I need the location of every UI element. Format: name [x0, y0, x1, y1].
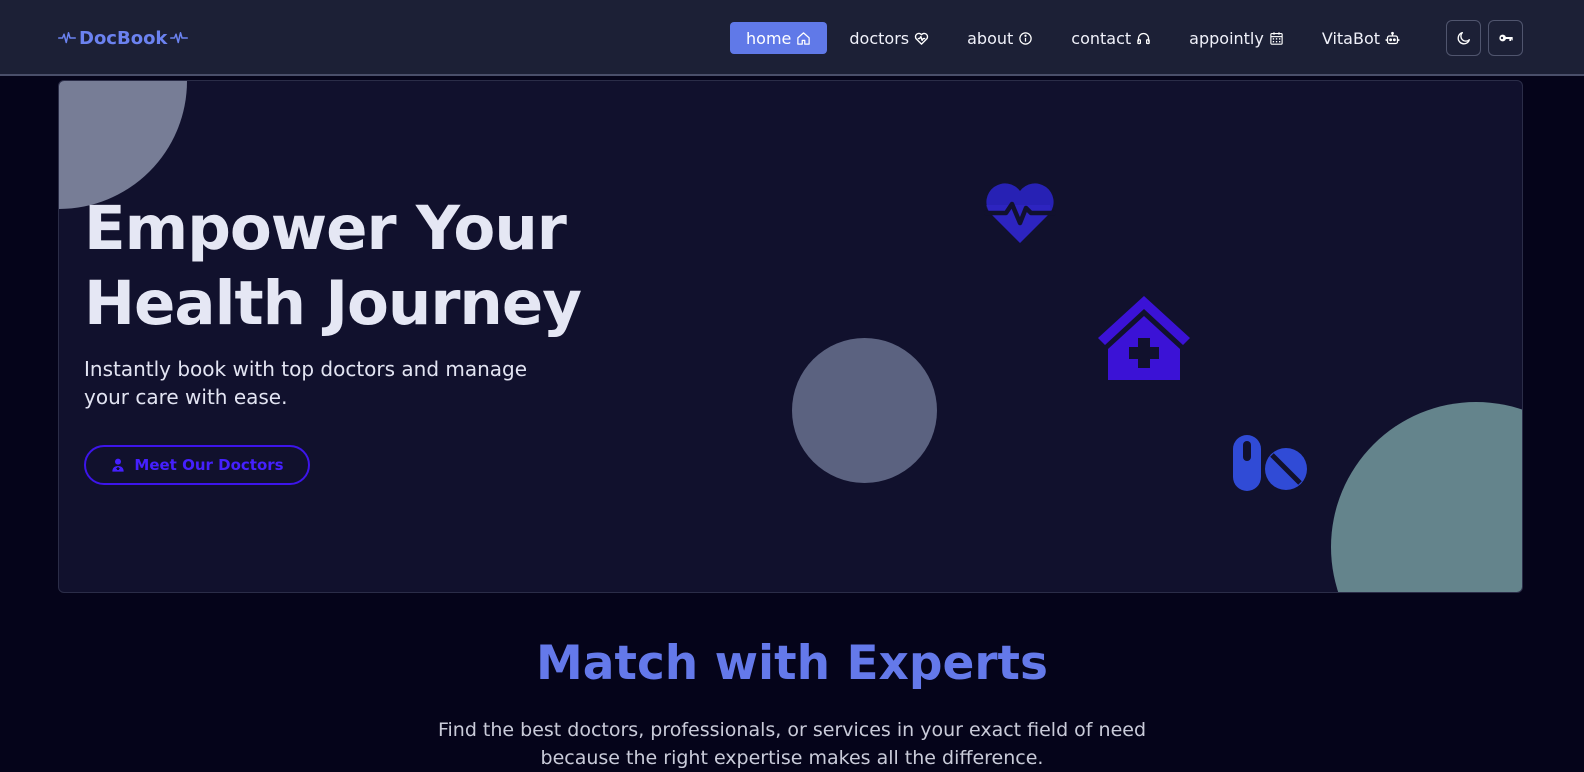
decorative-circle: [1331, 402, 1522, 592]
nav-about-label: about: [967, 28, 1014, 48]
nav-contact[interactable]: contact: [1055, 22, 1167, 54]
hero-title: Empower Your Health Journey: [84, 193, 582, 339]
main-nav: home doctors about contact appointly Vit…: [730, 22, 1416, 54]
nav-home-label: home: [746, 28, 792, 48]
login-button[interactable]: [1488, 20, 1523, 56]
brand-logo[interactable]: DocBook: [58, 26, 189, 50]
section-description: Find the best doctors, professionals, or…: [437, 719, 1147, 769]
hospital-icon: [1098, 296, 1190, 380]
calendar-icon: [1270, 31, 1283, 45]
nav-about[interactable]: about: [951, 22, 1049, 54]
headphones-icon: [1137, 32, 1150, 44]
pulse-icon: [170, 32, 189, 44]
key-icon: [1498, 34, 1513, 42]
nav-doctors[interactable]: doctors: [833, 22, 945, 54]
nav-vitabot[interactable]: VitaBot: [1306, 22, 1416, 54]
home-icon: [797, 31, 811, 45]
decorative-circle: [59, 81, 187, 209]
nav-vitabot-label: VitaBot: [1321, 28, 1380, 48]
section-title: Match with Experts: [535, 636, 1049, 691]
theme-toggle-button[interactable]: [1446, 20, 1481, 56]
heartbeat-icon: [984, 183, 1056, 243]
heart-icon: [914, 32, 929, 45]
navbar: DocBook home doctors about contact appoi…: [0, 0, 1584, 76]
pulse-icon: [58, 32, 76, 44]
pills-icon: [1233, 435, 1307, 491]
nav-doctors-label: doctors: [849, 28, 910, 48]
meet-our-doctors-button[interactable]: Meet Our Doctors: [84, 445, 310, 485]
nav-home[interactable]: home: [730, 22, 828, 54]
nav-appointly-label: appointly: [1189, 28, 1264, 48]
moon-icon: [1457, 31, 1470, 45]
nav-contact-label: contact: [1071, 28, 1132, 48]
doctor-icon: [112, 458, 125, 472]
robot-icon: [1385, 31, 1400, 44]
decorative-circle: [792, 338, 937, 483]
nav-appointly[interactable]: appointly: [1173, 22, 1300, 54]
brand-name: DocBook: [79, 27, 168, 49]
hero-section: Empower Your Health Journey Instantly bo…: [58, 80, 1523, 593]
hero-subtitle: Instantly book with top doctors and mana…: [84, 357, 528, 409]
cta-label: Meet Our Doctors: [134, 456, 284, 474]
info-icon: [1019, 31, 1033, 45]
